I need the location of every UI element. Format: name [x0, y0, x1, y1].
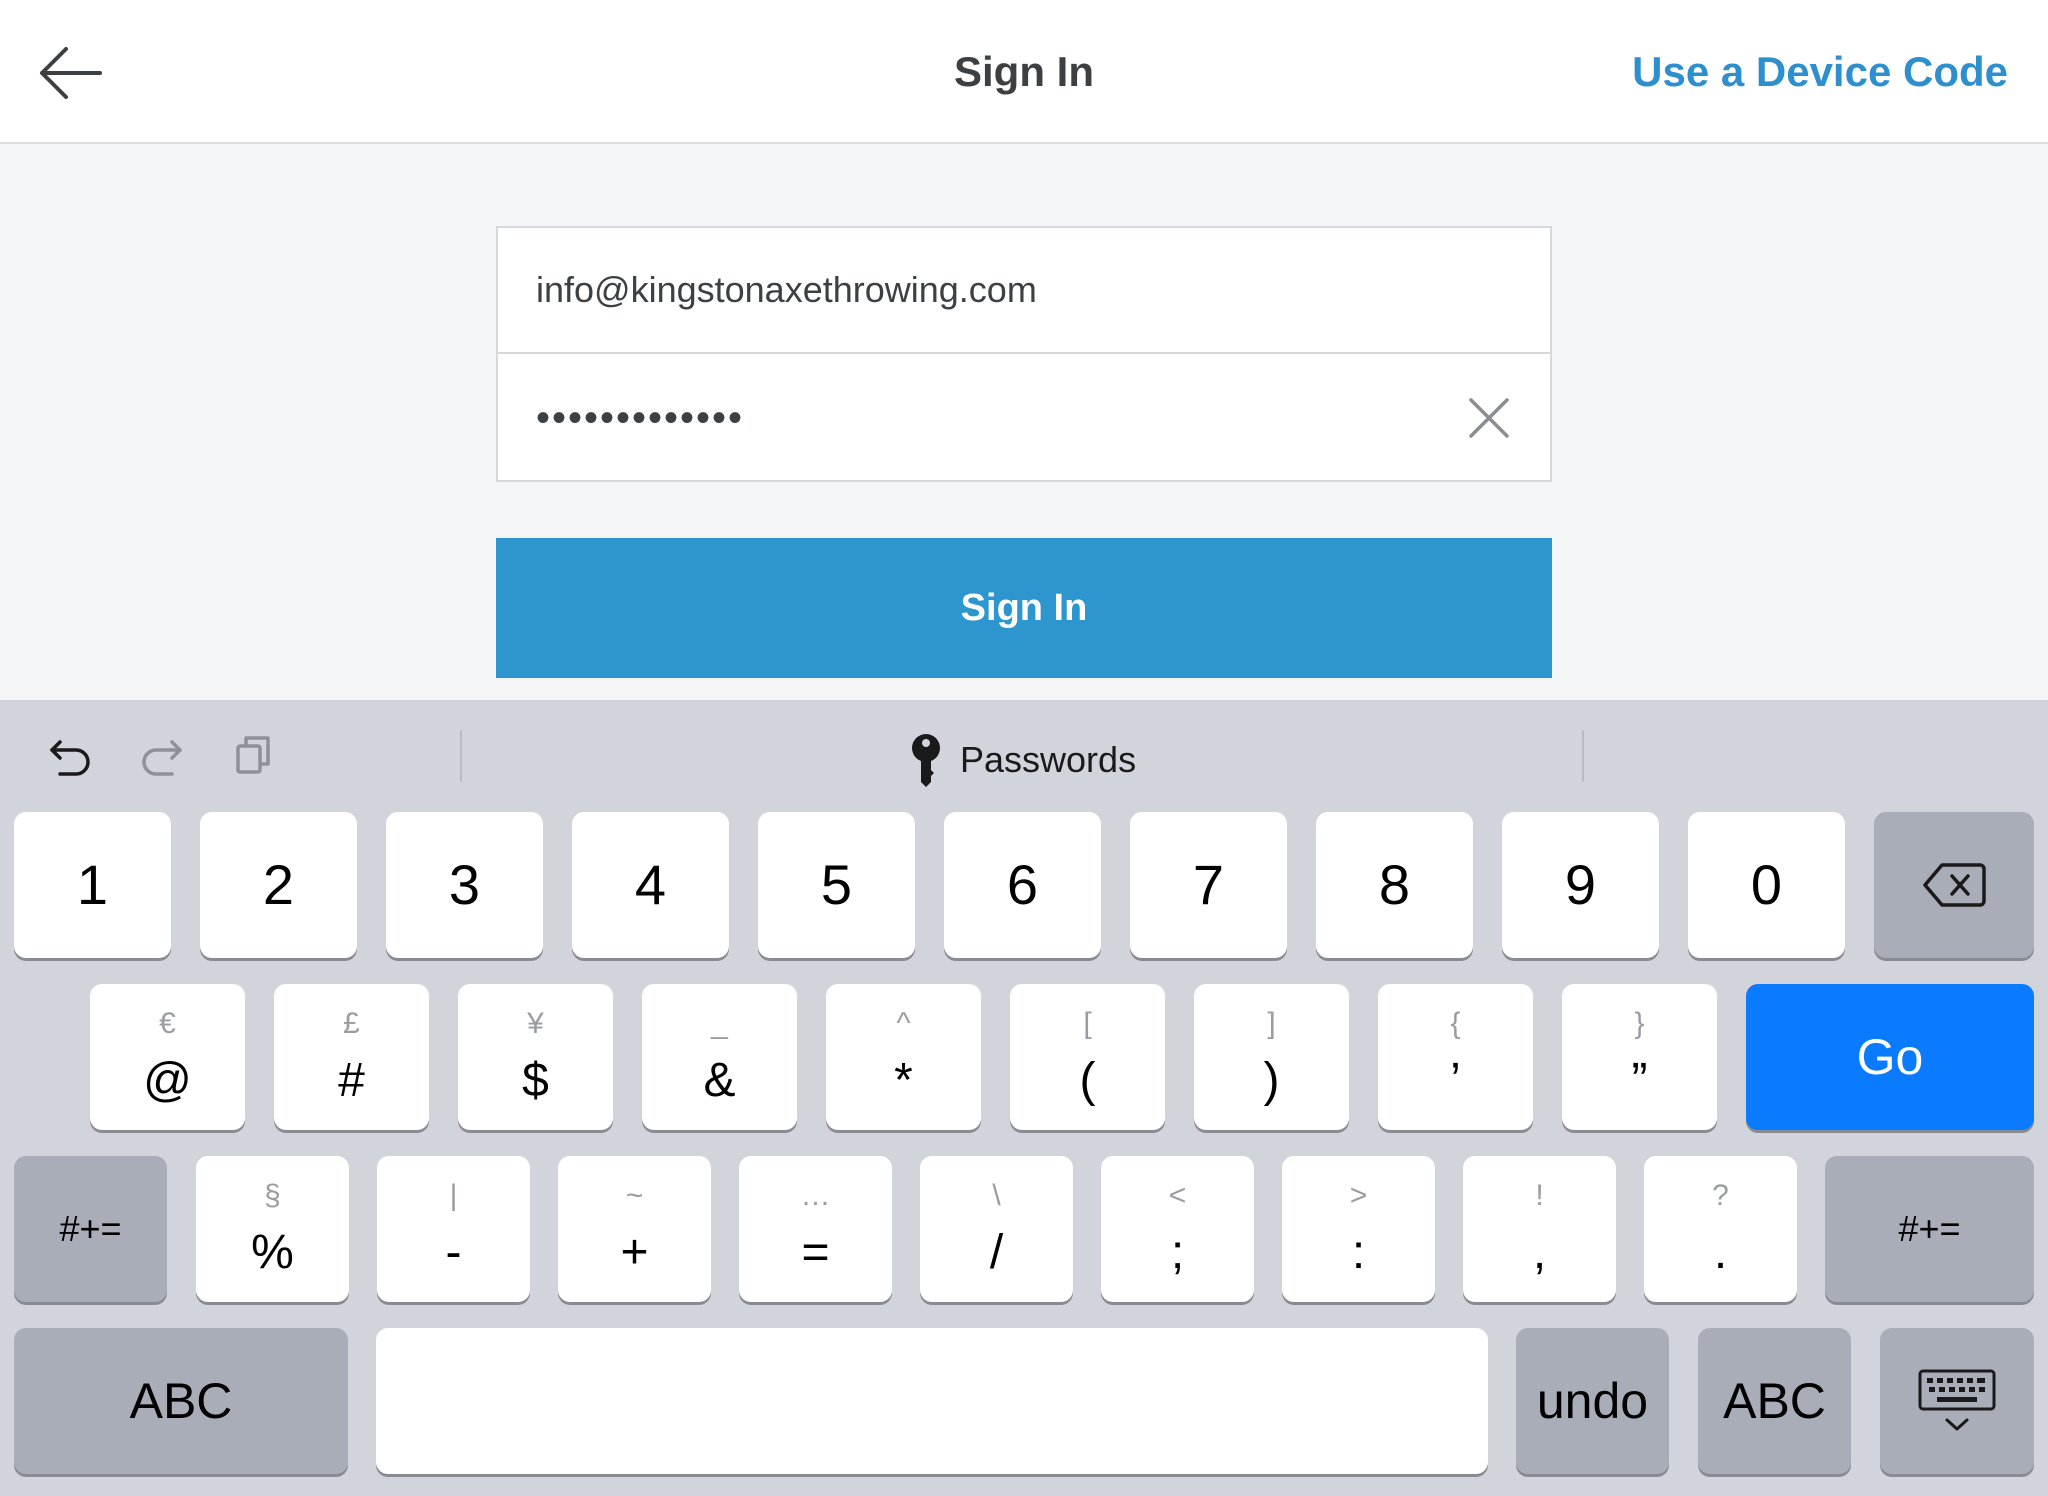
- header-bar: Sign In Use a Device Code: [0, 0, 2048, 144]
- passwords-button[interactable]: Passwords: [906, 732, 1136, 788]
- abc-key-right[interactable]: ABC: [1698, 1328, 1851, 1474]
- key-icon: [912, 734, 940, 787]
- keyboard-dismiss-icon: [1918, 1369, 1996, 1431]
- key-left-paren[interactable]: [(: [1010, 984, 1165, 1130]
- passwords-label: Passwords: [960, 739, 1137, 780]
- delete-key[interactable]: [1874, 812, 2034, 958]
- key-colon[interactable]: >:: [1282, 1156, 1435, 1302]
- key-1[interactable]: 1: [14, 812, 171, 958]
- key-dollar[interactable]: ¥ $: [458, 984, 613, 1130]
- key-0[interactable]: 0: [1688, 812, 1845, 958]
- space-bar[interactable]: [376, 1328, 1488, 1474]
- sign-in-form: [496, 226, 1552, 482]
- go-key[interactable]: Go: [1746, 984, 2034, 1130]
- key-semicolon[interactable]: <;: [1101, 1156, 1254, 1302]
- backspace-icon: [1923, 863, 1986, 907]
- key-ampersand[interactable]: _ &: [642, 984, 797, 1130]
- key-4[interactable]: 4: [572, 812, 729, 958]
- use-device-code-link[interactable]: Use a Device Code: [1632, 48, 2008, 96]
- dismiss-keyboard-key[interactable]: [1880, 1328, 2034, 1474]
- key-3[interactable]: 3: [386, 812, 543, 958]
- redo-icon[interactable]: [136, 730, 186, 780]
- key-percent[interactable]: §%: [196, 1156, 349, 1302]
- key-slash[interactable]: \ /: [920, 1156, 1073, 1302]
- key-right-paren[interactable]: ]): [1194, 984, 1349, 1130]
- key-equals[interactable]: … =: [739, 1156, 892, 1302]
- key-7[interactable]: 7: [1130, 812, 1287, 958]
- password-field-row: [498, 355, 1550, 481]
- sign-in-button[interactable]: Sign In: [496, 538, 1552, 678]
- key-minus[interactable]: | -: [377, 1156, 530, 1302]
- email-field[interactable]: [536, 269, 1436, 311]
- key-comma[interactable]: !,: [1463, 1156, 1616, 1302]
- key-at[interactable]: € @: [90, 984, 245, 1130]
- toolbar-divider: [1582, 730, 1584, 782]
- password-field[interactable]: [536, 395, 1436, 441]
- key-6[interactable]: 6: [944, 812, 1101, 958]
- key-hash[interactable]: £ #: [274, 984, 429, 1130]
- key-8[interactable]: 8: [1316, 812, 1473, 958]
- symbols-key-right[interactable]: #+=: [1825, 1156, 2034, 1302]
- symbols-key-left[interactable]: #+=: [14, 1156, 167, 1302]
- undo-icon[interactable]: [46, 730, 96, 780]
- key-apostrophe[interactable]: {’: [1378, 984, 1533, 1130]
- key-asterisk[interactable]: ^ *: [826, 984, 981, 1130]
- key-2[interactable]: 2: [200, 812, 357, 958]
- abc-key-left[interactable]: ABC: [14, 1328, 348, 1474]
- undo-key[interactable]: undo: [1516, 1328, 1669, 1474]
- key-period[interactable]: ?.: [1644, 1156, 1797, 1302]
- email-field-row: [498, 228, 1550, 354]
- paste-icon[interactable]: [230, 730, 280, 780]
- key-plus[interactable]: ~ +: [558, 1156, 711, 1302]
- key-quote[interactable]: }”: [1562, 984, 1717, 1130]
- key-9[interactable]: 9: [1502, 812, 1659, 958]
- key-5[interactable]: 5: [758, 812, 915, 958]
- toolbar-divider: [460, 730, 462, 782]
- clear-icon[interactable]: [1466, 395, 1512, 441]
